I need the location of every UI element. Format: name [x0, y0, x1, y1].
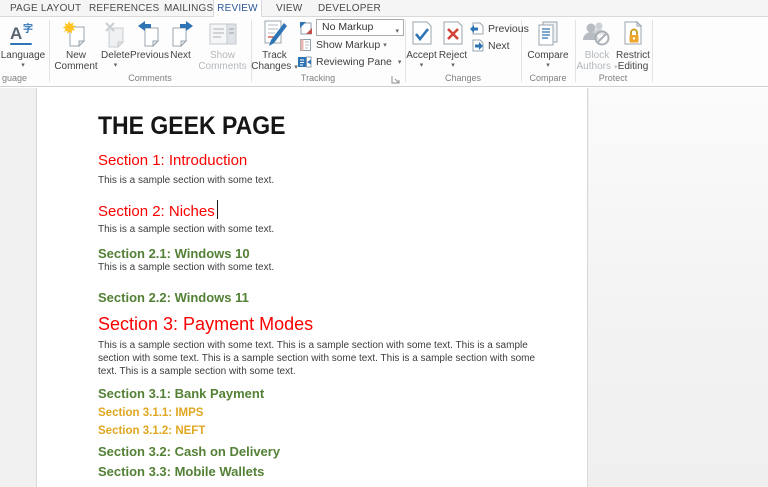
previous-comment-icon: [136, 18, 164, 50]
ribbon-tab-bar: PAGE LAYOUT REFERENCES MAILINGS REVIEW V…: [0, 0, 768, 17]
ribbon: A字 Language▾ New Comment: [0, 17, 768, 87]
body-text[interactable]: This is a sample section with some text.: [98, 262, 274, 273]
block-authors-icon: [582, 18, 612, 50]
document-canvas: THE GEEK PAGE Section 1: Introduction Th…: [0, 88, 768, 487]
compare-icon: [534, 18, 562, 50]
group-divider: [49, 20, 50, 82]
delete-comment-icon: [102, 18, 130, 50]
track-changes-icon: [261, 18, 289, 50]
next-change-icon: [469, 38, 484, 53]
canvas-background: [589, 88, 768, 487]
body-text[interactable]: This is a sample section with some text.: [98, 175, 274, 186]
next-comment-icon: [167, 18, 195, 50]
display-for-review-combobox[interactable]: No Markup ▾: [316, 19, 404, 36]
reviewing-pane-icon: [297, 55, 312, 69]
new-comment-icon: [62, 18, 90, 50]
dropdown-caret-icon: ▾: [1, 62, 46, 69]
dropdown-caret-icon: ▾: [439, 62, 467, 69]
comments-group-label: Comments: [100, 73, 200, 84]
dropdown-caret-icon: ▾: [406, 62, 437, 69]
dropdown-caret-icon: ▾: [101, 62, 130, 69]
accept-icon: [409, 18, 435, 50]
language-group-label: guage: [0, 73, 34, 84]
tab-review[interactable]: REVIEW: [213, 0, 262, 18]
body-text[interactable]: This is a sample section with some text.: [98, 224, 274, 235]
restrict-editing-icon: [620, 18, 646, 50]
tab-references[interactable]: REFERENCES: [89, 0, 159, 17]
display-for-review-icon: [299, 21, 313, 35]
previous-change-button[interactable]: Previous: [469, 21, 529, 36]
word-window: PAGE LAYOUT REFERENCES MAILINGS REVIEW V…: [0, 0, 768, 487]
section-heading[interactable]: Section 2.2: Windows 11: [98, 290, 249, 305]
show-comments-button[interactable]: Show Comments: [196, 18, 249, 86]
protect-group-label: Protect: [563, 73, 663, 84]
reject-icon: [440, 18, 466, 50]
dropdown-caret-icon: ▾: [527, 62, 568, 69]
language-translate-icon: A字: [8, 18, 38, 50]
dropdown-caret-icon: ▾: [398, 58, 402, 66]
section-heading[interactable]: Section 3: Payment Modes: [98, 314, 313, 335]
document-title[interactable]: THE GEEK PAGE: [98, 112, 285, 141]
section-heading[interactable]: Section 3.1: Bank Payment: [98, 386, 264, 401]
document-page[interactable]: THE GEEK PAGE Section 1: Introduction Th…: [36, 88, 588, 487]
section-heading[interactable]: Section 2.1: Windows 10: [98, 246, 250, 261]
new-comment-button[interactable]: New Comment: [53, 18, 99, 86]
next-change-button[interactable]: Next: [469, 38, 510, 53]
section-heading[interactable]: Section 3.1.2: NEFT: [98, 425, 205, 437]
tab-page-layout[interactable]: PAGE LAYOUT: [10, 0, 81, 17]
reviewing-pane-button[interactable]: Reviewing Pane ▾: [297, 55, 401, 69]
previous-change-icon: [469, 21, 484, 36]
section-heading[interactable]: Section 3.2: Cash on Delivery: [98, 444, 280, 459]
tracking-dialog-launcher-icon[interactable]: [391, 71, 400, 80]
dropdown-caret-icon: ▾: [383, 41, 387, 49]
tab-mailings[interactable]: MAILINGS: [164, 0, 213, 17]
tab-developer[interactable]: DEVELOPER: [318, 0, 381, 17]
section-heading[interactable]: Section 1: Introduction: [98, 152, 247, 169]
show-comments-icon: [208, 18, 238, 50]
section-heading[interactable]: Section 3.3: Mobile Wallets: [98, 464, 264, 479]
text-cursor: [217, 200, 218, 219]
show-markup-icon: [299, 38, 312, 52]
tracking-group-label: Tracking: [268, 73, 368, 84]
tab-view[interactable]: VIEW: [276, 0, 302, 17]
section-heading[interactable]: Section 2: Niches: [98, 200, 218, 220]
show-markup-button[interactable]: Show Markup ▾: [299, 38, 387, 52]
section-heading[interactable]: Section 3.1.1: IMPS: [98, 407, 203, 419]
dropdown-caret-icon: ▾: [395, 24, 399, 39]
body-paragraph[interactable]: This is a sample section with some text.…: [98, 339, 540, 378]
